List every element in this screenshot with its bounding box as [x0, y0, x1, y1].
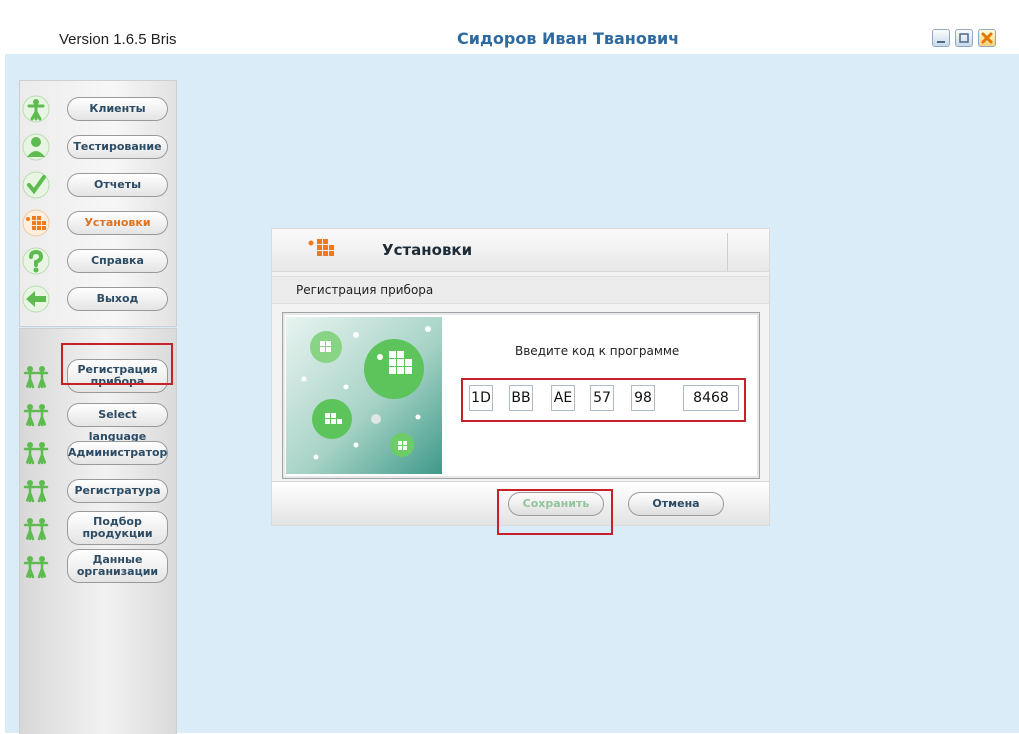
- exit-arrow-icon: [22, 285, 50, 313]
- bubbles-image: [301, 326, 431, 460]
- nav-label-administrator[interactable]: Администратор: [67, 441, 168, 465]
- minimize-icon: [937, 41, 945, 43]
- nav-item-select-language[interactable]: Select language: [20, 399, 176, 443]
- nav-item-settings[interactable]: Установки: [20, 207, 176, 239]
- bubbles-illustration: [286, 317, 442, 474]
- people-icon: [23, 404, 49, 427]
- close-icon: [981, 32, 993, 44]
- code-prompt: Введите код к программе: [515, 344, 680, 358]
- dialog-header: Установки: [272, 229, 769, 272]
- maximize-icon: [959, 33, 969, 43]
- nav-item-testing[interactable]: Тестирование: [20, 131, 176, 163]
- highlight-save-button: [497, 489, 613, 535]
- nav-label-product-selection[interactable]: Подбор продукции: [67, 511, 168, 545]
- nav-label-registry[interactable]: Регистратура: [67, 479, 168, 503]
- version-label: Version 1.6.5 Bris: [59, 31, 177, 48]
- people-icon: [23, 442, 49, 465]
- user-icon: [22, 133, 50, 161]
- highlight-device-registration: [61, 343, 173, 385]
- people-icon: [23, 366, 49, 389]
- nav-label-settings[interactable]: Установки: [67, 211, 168, 235]
- app-window: Version 1.6.5 Bris Сидоров Иван Тванович…: [5, 10, 1019, 734]
- dialog-title: Установки: [382, 241, 473, 259]
- settings-grid-icon: [22, 209, 50, 237]
- nav-label-help[interactable]: Справка: [67, 249, 168, 273]
- maximize-button[interactable]: [955, 29, 973, 47]
- people-icon: [23, 556, 49, 579]
- cancel-button[interactable]: Отмена: [628, 492, 724, 516]
- title-bar: Version 1.6.5 Bris Сидоров Иван Тванович: [5, 10, 1019, 54]
- nav-label-clients[interactable]: Клиенты: [67, 97, 168, 121]
- nav-item-reports[interactable]: Отчеты: [20, 169, 176, 201]
- registration-panel: Введите код к программе 1D BB AE 57 98 8…: [282, 312, 760, 479]
- nav-item-administrator[interactable]: Администратор: [20, 437, 176, 469]
- highlight-code-fields: [461, 378, 746, 422]
- minimize-button[interactable]: [932, 29, 950, 47]
- main-nav: Клиенты Тестирование Отчеты Установки Сп…: [19, 80, 177, 327]
- settings-dialog: Установки Регистрация прибора Введите ко…: [271, 228, 770, 535]
- nav-label-reports[interactable]: Отчеты: [67, 173, 168, 197]
- nav-item-clients[interactable]: Клиенты: [20, 93, 176, 125]
- people-icon: [23, 480, 49, 503]
- help-icon: [22, 247, 50, 275]
- nav-item-exit[interactable]: Выход: [20, 283, 176, 315]
- checkmark-icon: [22, 171, 50, 199]
- settings-nav: Регистрация прибора Select language Адми…: [19, 328, 177, 734]
- dialog-subtitle: Регистрация прибора: [272, 276, 769, 304]
- people-icon: [23, 518, 49, 541]
- nav-label-exit[interactable]: Выход: [67, 287, 168, 311]
- nav-label-organization-data[interactable]: Данные организации: [67, 549, 168, 583]
- settings-grid-icon: [308, 239, 334, 256]
- nav-item-product-selection[interactable]: Подбор продукции: [20, 511, 176, 545]
- nav-item-registry[interactable]: Регистратура: [20, 475, 176, 507]
- user-name: Сидоров Иван Тванович: [457, 29, 680, 48]
- close-button[interactable]: [978, 29, 996, 47]
- nav-label-testing[interactable]: Тестирование: [67, 135, 168, 159]
- person-icon: [22, 95, 50, 123]
- nav-item-help[interactable]: Справка: [20, 245, 176, 277]
- nav-label-select-language[interactable]: Select language: [67, 403, 168, 443]
- nav-item-organization-data[interactable]: Данные организации: [20, 549, 176, 583]
- dialog-header-corner: [727, 233, 767, 271]
